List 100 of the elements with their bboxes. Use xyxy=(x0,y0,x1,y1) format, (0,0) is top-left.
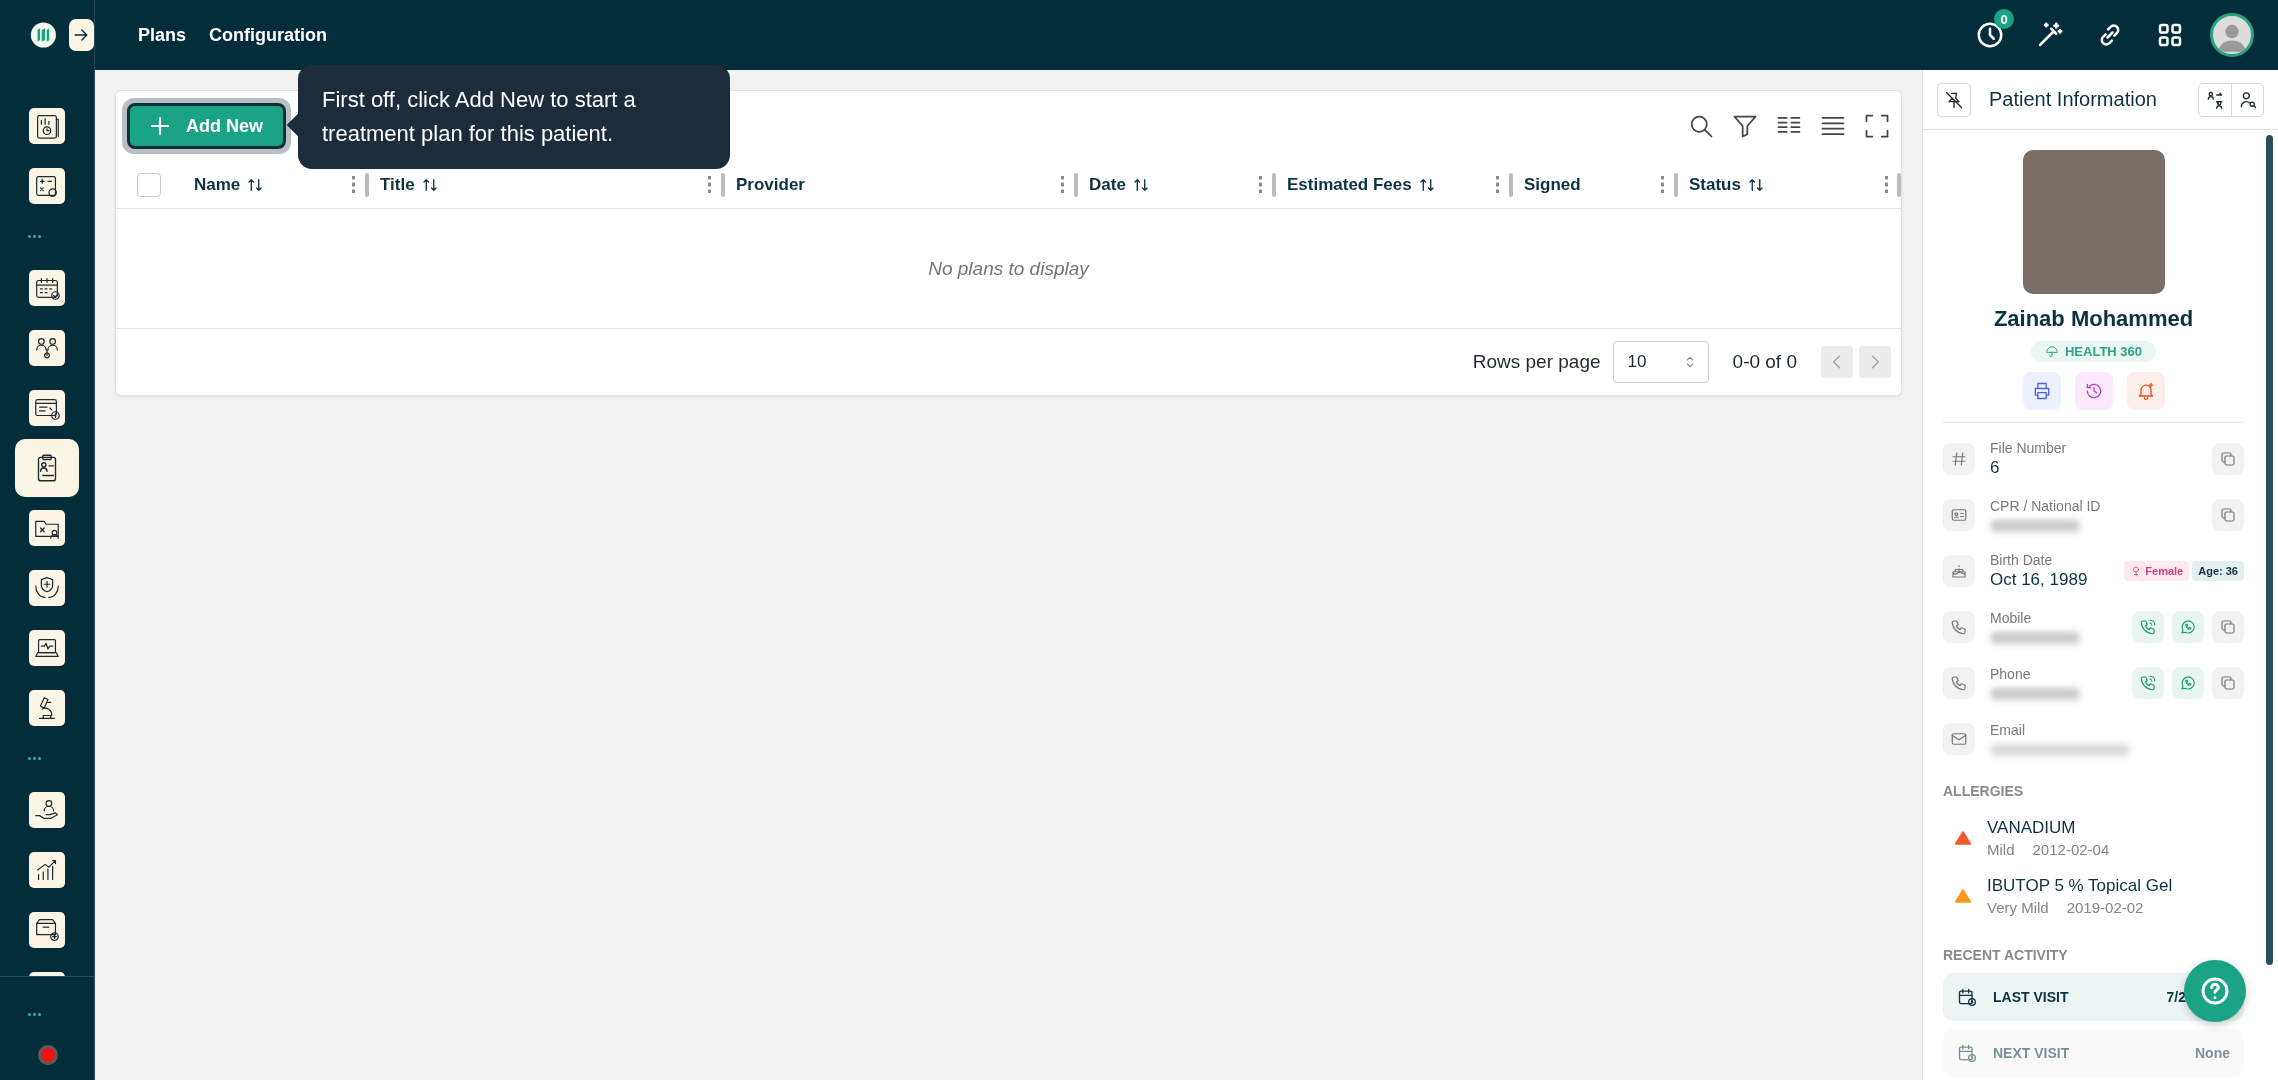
nav-link[interactable]: Configuration xyxy=(209,24,327,46)
chat-bubble-icon xyxy=(2179,618,2197,636)
column-header[interactable]: Status xyxy=(1689,174,1741,195)
print-button[interactable] xyxy=(2022,372,2061,410)
sidebar-item[interactable] xyxy=(29,792,65,828)
column-resize-handle[interactable] xyxy=(1897,173,1901,197)
field-label: File Number xyxy=(1990,440,2068,457)
add-reminder-button[interactable] xyxy=(2126,372,2165,410)
call-button[interactable] xyxy=(2132,667,2164,699)
unpin-button[interactable] xyxy=(1937,82,1971,117)
patient-name: Zainab Mohammed xyxy=(1993,306,2194,332)
phone-call-icon xyxy=(2139,674,2157,692)
expand-button[interactable] xyxy=(68,19,94,51)
copy-icon xyxy=(2219,506,2237,524)
sidebar-item[interactable] xyxy=(29,168,65,204)
field-value: Oct 16, 1989 xyxy=(1990,569,2089,590)
allergy-severity: Very Mild xyxy=(1987,899,2049,916)
sidebar-item[interactable] xyxy=(29,570,65,606)
chat-button[interactable] xyxy=(2172,611,2204,643)
chat-button[interactable] xyxy=(2172,667,2204,699)
nav-link[interactable]: Plans xyxy=(138,24,187,46)
copy-icon xyxy=(2219,450,2237,468)
copy-icon xyxy=(2219,618,2237,636)
activity-label: LAST VISIT xyxy=(1993,989,2070,1005)
column-header[interactable]: Date xyxy=(1089,174,1126,195)
hash-icon xyxy=(1950,450,1968,468)
phone-icon xyxy=(1950,618,1968,636)
sidebar-item[interactable] xyxy=(29,510,65,546)
activity-value: None xyxy=(2195,1045,2230,1061)
sidebar-item[interactable] xyxy=(29,330,65,366)
allergy-date: 2012-02-04 xyxy=(2032,841,2110,858)
kebab-icon xyxy=(351,176,355,193)
help-icon xyxy=(2199,975,2231,1007)
kebab-icon xyxy=(1660,176,1664,193)
column-header[interactable]: Provider xyxy=(736,174,805,195)
select-all-checkbox[interactable] xyxy=(137,172,161,197)
help-button[interactable] xyxy=(2184,960,2246,1022)
kebab-icon xyxy=(1060,176,1064,193)
fullscreen-icon xyxy=(1863,112,1891,140)
activity-label: NEXT VISIT xyxy=(1993,1045,2071,1061)
column-header[interactable]: Name xyxy=(194,174,241,195)
sidebar-item[interactable] xyxy=(29,108,65,144)
tooltip-text: First off, click Add New to start a treatment plan for this patient. xyxy=(322,86,637,148)
call-button[interactable] xyxy=(2132,611,2164,643)
kebab-icon xyxy=(1884,176,1888,193)
program-name: HEALTH 360 xyxy=(2064,344,2143,359)
field-label: Phone xyxy=(1990,666,2032,683)
sidebar-item[interactable] xyxy=(29,852,65,888)
allergy-name: IBUTOP 5 % Topical Gel xyxy=(1987,876,2173,896)
page-range: 0-0 of 0 xyxy=(1732,351,1797,373)
phone-call-icon xyxy=(2139,618,2157,636)
rows-per-page-select[interactable]: 10 xyxy=(1612,341,1709,383)
chat-bubble-icon xyxy=(2179,674,2197,692)
more-dots-icon[interactable] xyxy=(28,757,42,761)
user-avatar[interactable] xyxy=(2210,13,2254,57)
field-label: Email xyxy=(1990,722,2026,739)
mail-icon xyxy=(1950,730,1968,748)
count-badge: 0 xyxy=(1994,9,2014,29)
field-label: Mobile xyxy=(1990,610,2033,627)
kebab-icon xyxy=(1258,176,1262,193)
column-resize-handle[interactable] xyxy=(365,173,369,197)
column-header[interactable]: Estimated Fees xyxy=(1287,174,1412,195)
plus-icon xyxy=(148,114,172,138)
sidebar-item[interactable] xyxy=(29,270,65,306)
field-label: Birth Date xyxy=(1990,552,2054,569)
sidebar-item[interactable] xyxy=(29,690,65,726)
column-header[interactable]: Title xyxy=(380,174,415,195)
rows-per-page-label: Rows per page xyxy=(1472,351,1601,373)
allergy-severity: Mild xyxy=(1987,841,2015,858)
column-resize-handle[interactable] xyxy=(1509,173,1513,197)
recording-indicator xyxy=(38,1045,58,1065)
cake-icon xyxy=(1950,562,1968,580)
calendar-clock-icon xyxy=(1957,1043,1977,1063)
activity-value: 7/2 xyxy=(2166,989,2187,1005)
scrollbar-thumb[interactable] xyxy=(2266,135,2273,965)
phone-icon xyxy=(1950,674,1968,692)
sidebar-item[interactable] xyxy=(29,912,65,948)
umbrella-icon xyxy=(2044,344,2059,359)
section-heading: ALLERGIES xyxy=(1943,783,2025,799)
sidebar-item[interactable] xyxy=(29,630,65,666)
kebab-icon xyxy=(707,176,711,193)
field-label: CPR / National ID xyxy=(1990,498,2102,515)
allergy-date: 2019-02-02 xyxy=(2066,899,2144,916)
id-card-icon xyxy=(1950,506,1968,524)
column-resize-handle[interactable] xyxy=(721,173,725,197)
pin-off-icon xyxy=(1944,89,1964,110)
column-header[interactable]: Signed xyxy=(1524,174,1581,195)
column-resize-handle[interactable] xyxy=(1674,173,1678,197)
more-dots-icon[interactable] xyxy=(28,1013,42,1017)
empty-message: No plans to display xyxy=(928,257,1089,280)
gender-label: Female xyxy=(2145,565,2184,577)
sidebar-item[interactable] xyxy=(15,439,79,497)
more-dots-icon[interactable] xyxy=(28,235,42,239)
calendar-clock-icon xyxy=(1957,987,1977,1007)
history-button[interactable] xyxy=(2074,372,2113,410)
copy-icon xyxy=(2219,674,2237,692)
column-resize-handle[interactable] xyxy=(1272,173,1276,197)
column-resize-handle[interactable] xyxy=(1074,173,1078,197)
sidebar-item[interactable] xyxy=(29,390,65,426)
field-value: 6 xyxy=(1990,457,2001,478)
